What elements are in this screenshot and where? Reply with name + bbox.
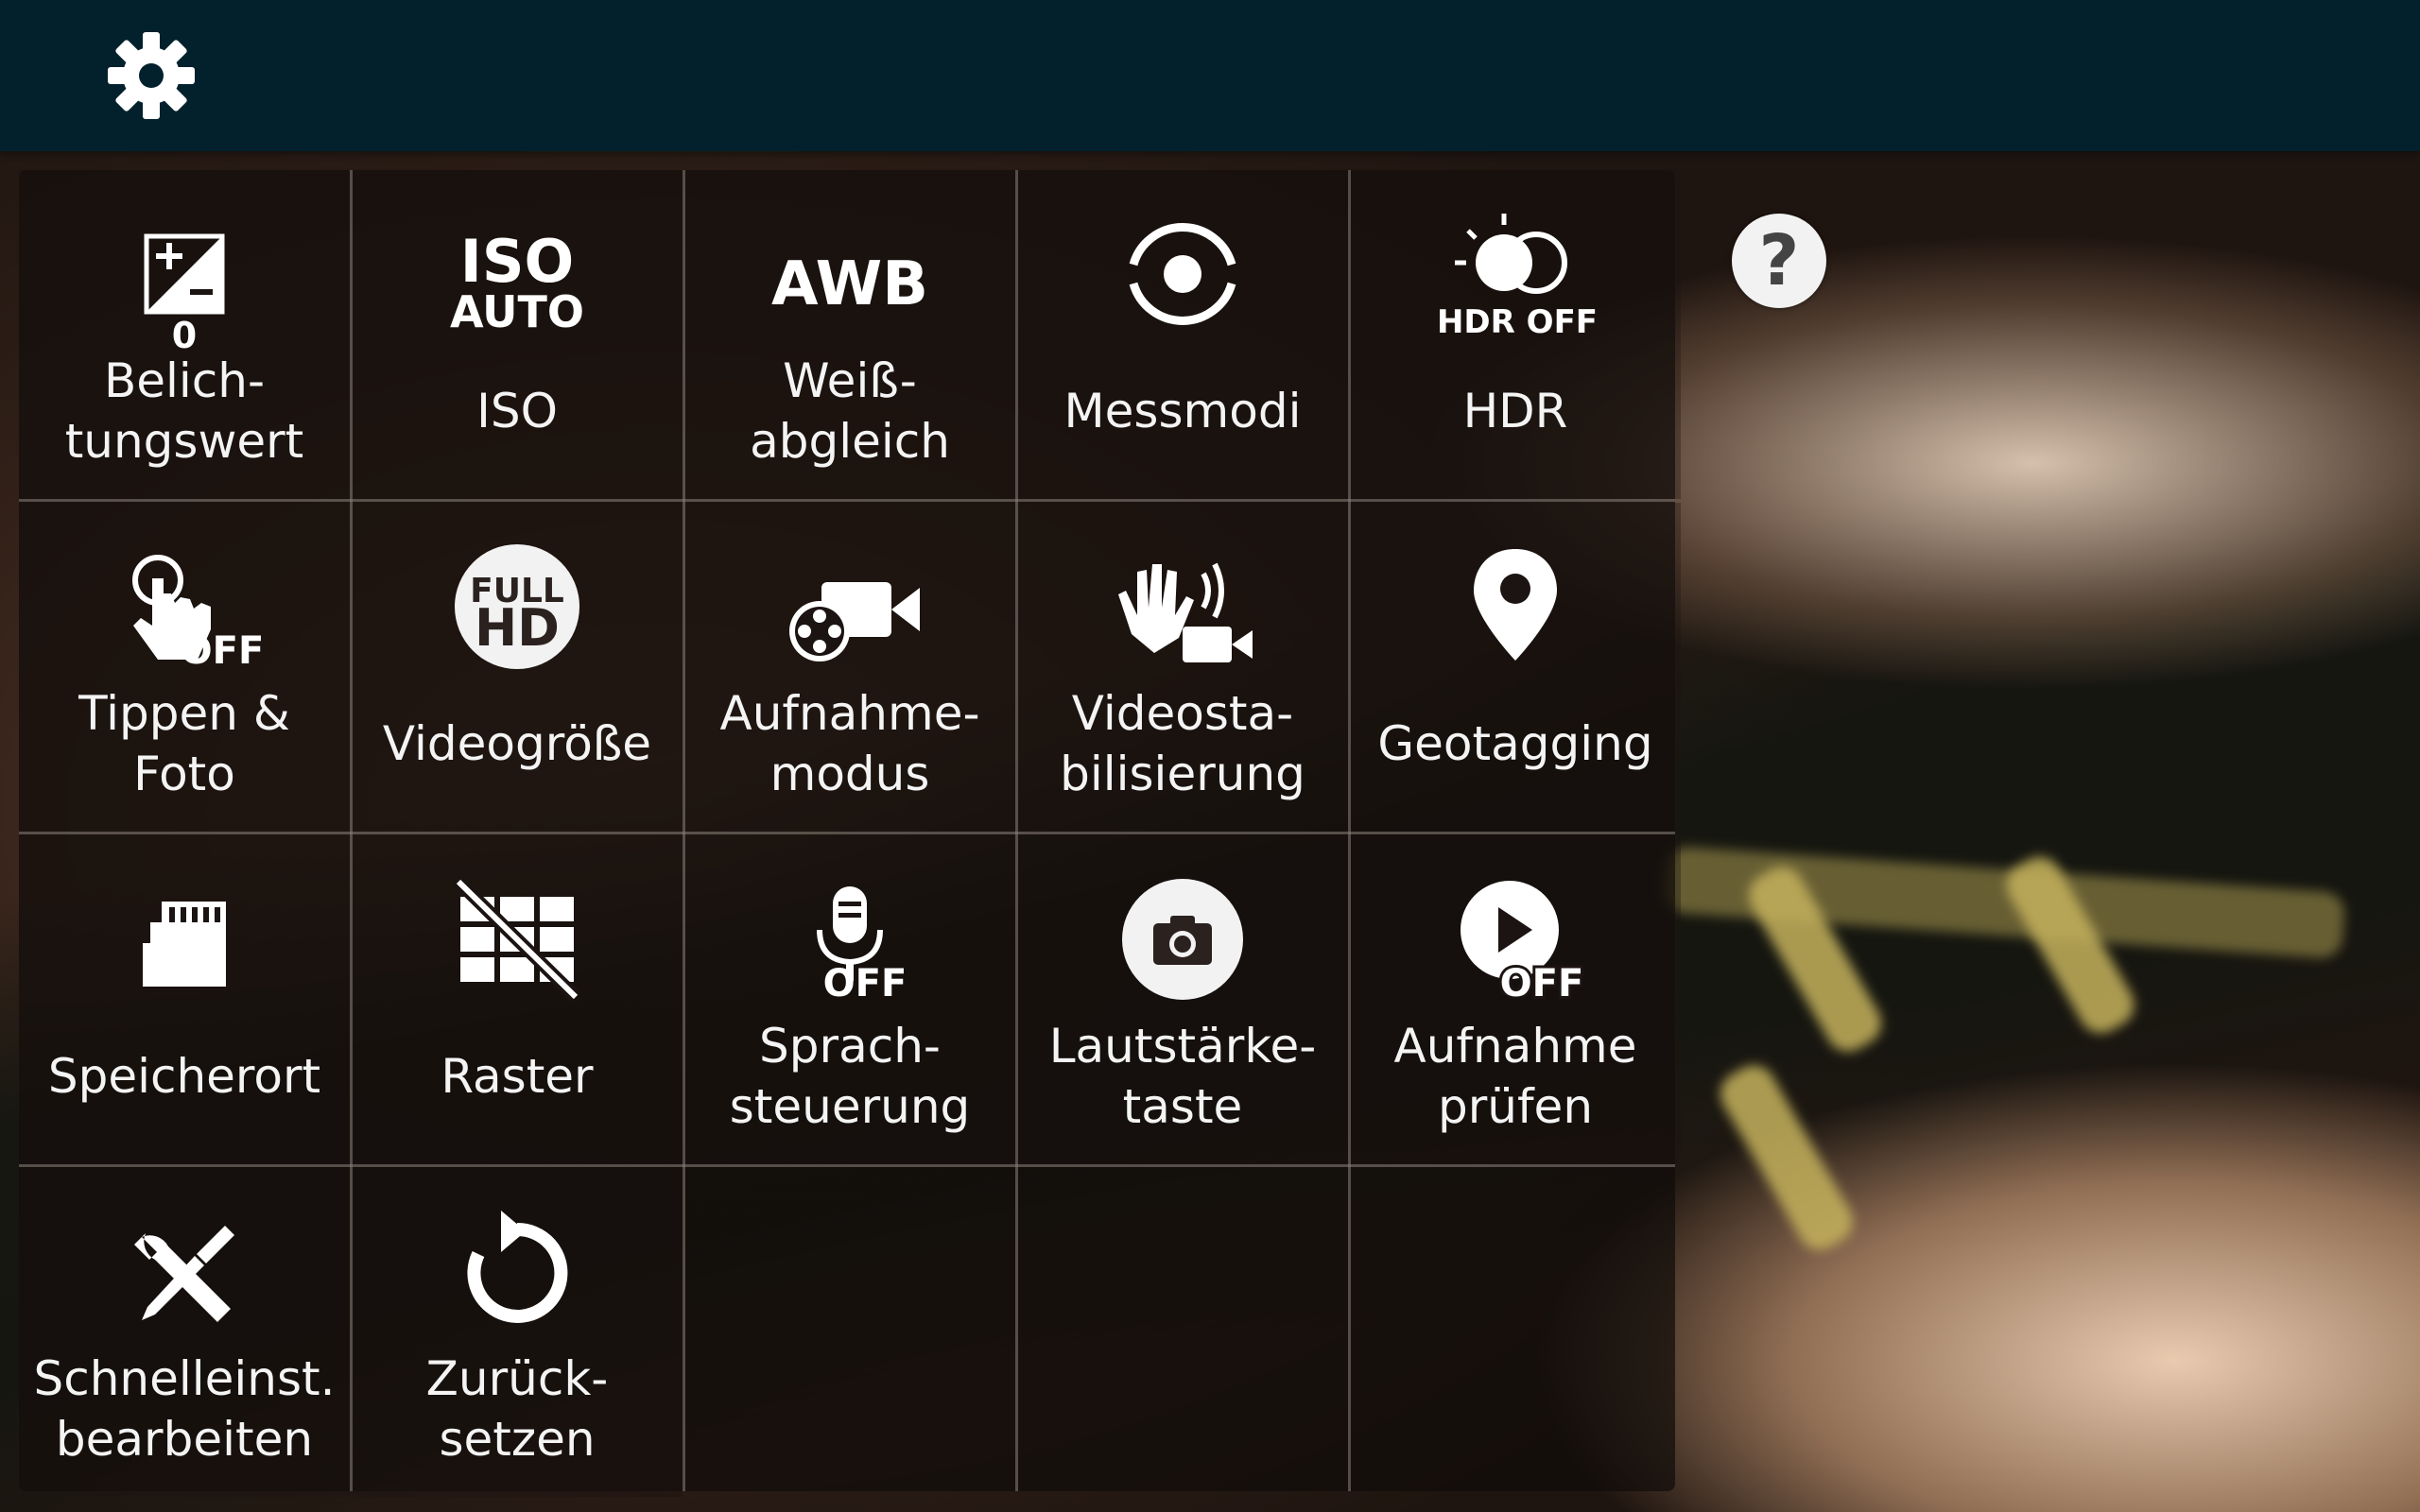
hdr-icon: HDR OFF: [1350, 170, 1681, 378]
menu-item-reset[interactable]: Zurück- setzen: [352, 1168, 683, 1497]
svg-text:AWB: AWB: [771, 249, 928, 319]
menu-item-label: Belich- tungswert: [64, 353, 304, 469]
menu-item-label: Raster: [441, 1049, 594, 1104]
menu-item-label: Videogröße: [382, 716, 652, 771]
empty-slot: [1017, 1168, 1348, 1497]
location-pin-icon: [1350, 503, 1681, 711]
menu-item-storage[interactable]: Speicherort: [19, 835, 350, 1164]
tap-to-shoot-icon: OFF: [19, 503, 350, 711]
menu-item-grid[interactable]: Raster: [352, 835, 683, 1164]
menu-item-iso[interactable]: ISO AUTO ISO: [352, 170, 683, 499]
gear-icon[interactable]: [104, 28, 199, 123]
grid-divider: [19, 499, 1675, 502]
empty-slot: [684, 1168, 1015, 1497]
menu-item-tap-to-shoot[interactable]: OFF Tippen & Foto: [19, 503, 350, 832]
help-button[interactable]: ?: [1732, 214, 1826, 308]
menu-item-edit-shortcuts[interactable]: Schnelleinst. bearbeiten: [19, 1168, 350, 1497]
iso-auto-icon: ISO AUTO: [352, 170, 683, 378]
grid-divider: [350, 170, 353, 1491]
menu-item-hdr[interactable]: HDR OFF HDR: [1350, 170, 1681, 499]
menu-item-label: Sprach- steuerung: [729, 1019, 971, 1134]
metering-icon: [1017, 170, 1348, 378]
menu-item-geotagging[interactable]: Geotagging: [1350, 503, 1681, 832]
camera-top-bar: [0, 0, 2420, 151]
menu-item-label: Weiß- abgleich: [750, 353, 950, 469]
help-icon: ?: [1758, 220, 1800, 301]
menu-item-white-balance[interactable]: AWB Weiß- abgleich: [684, 170, 1015, 499]
menu-item-volume-key[interactable]: Lautstärke- taste: [1017, 835, 1348, 1164]
menu-item-video-size[interactable]: FULL HD Videogröße: [352, 503, 683, 832]
menu-item-label: Messmodi: [1063, 384, 1302, 438]
svg-text:OFF: OFF: [181, 629, 265, 673]
svg-text:HD: HD: [475, 598, 560, 658]
menu-item-review[interactable]: OFF Aufnahme prüfen: [1350, 835, 1681, 1164]
menu-item-exposure[interactable]: 0 Belich- tungswert: [19, 170, 350, 499]
menu-item-voice-control[interactable]: OFF Sprach- steuerung: [684, 835, 1015, 1164]
menu-item-label: Zurück- setzen: [425, 1351, 609, 1467]
full-hd-icon: FULL HD: [352, 503, 683, 711]
empty-slot: [1350, 1168, 1681, 1497]
menu-item-metering[interactable]: Messmodi: [1017, 170, 1348, 499]
svg-text:AUTO: AUTO: [450, 286, 584, 337]
menu-item-label: HDR: [1462, 384, 1568, 438]
grid-divider: [19, 832, 1675, 834]
grid-divider: [683, 170, 685, 1491]
menu-item-label: Schnelleinst. bearbeiten: [33, 1351, 336, 1467]
grid-divider: [1348, 170, 1351, 1491]
menu-item-label: Tippen & Foto: [78, 686, 290, 801]
menu-item-label: Aufnahme- modus: [719, 686, 980, 801]
menu-item-label: Geotagging: [1377, 716, 1653, 771]
menu-item-label: ISO: [476, 384, 558, 438]
camera-settings-panel: 0 Belich- tungswert ISO AUTO ISO AWB Wei…: [19, 170, 1681, 1497]
grid-divider: [19, 1164, 1675, 1167]
menu-item-recording-mode[interactable]: Aufnahme- modus: [684, 503, 1015, 832]
menu-item-video-stabilization[interactable]: Videosta- bilisierung: [1017, 503, 1348, 832]
sd-card-icon: [19, 835, 350, 1043]
menu-item-label: Speicherort: [47, 1049, 321, 1104]
menu-item-label: Videosta- bilisierung: [1060, 686, 1305, 801]
svg-text:HDR OFF: HDR OFF: [1437, 303, 1598, 341]
menu-item-label: Aufnahme prüfen: [1393, 1019, 1637, 1134]
svg-text:OFF: OFF: [823, 962, 908, 1005]
svg-text:OFF: OFF: [1500, 962, 1584, 1005]
menu-item-label: Lautstärke- taste: [1048, 1019, 1317, 1134]
viewfinder-blur: [1712, 1057, 1861, 1258]
grid-off-icon: [352, 835, 683, 1043]
grid-divider: [1015, 170, 1018, 1491]
